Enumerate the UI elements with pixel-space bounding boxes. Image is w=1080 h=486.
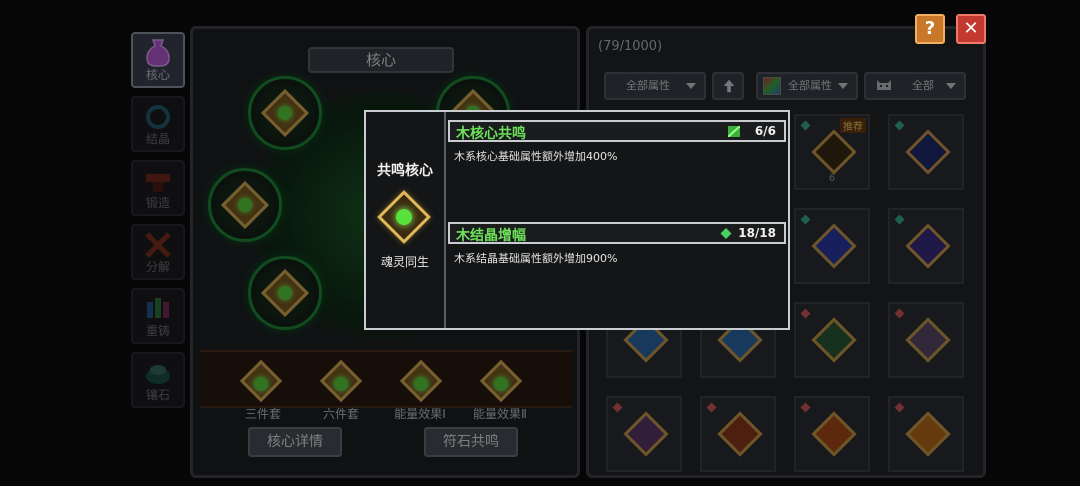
popup-title: 共鸣核心 [377, 163, 433, 179]
green-cube-icon [728, 126, 740, 137]
wood-core-icon [377, 190, 431, 244]
core-name: 魂灵同生 [380, 255, 429, 269]
bonus-description: 木系核心基础属性额外增加400% [454, 150, 618, 163]
help-button[interactable]: ? [915, 14, 945, 44]
bonus-count: 18/18 [738, 226, 776, 240]
popup-core-column: 共鸣核心 魂灵同生 [366, 112, 446, 328]
close-button[interactable]: ✕ [956, 14, 986, 44]
bonus-name: 木核心共鸣 [456, 126, 526, 142]
bonus-description: 木系结晶基础属性额外增加900% [454, 252, 618, 265]
bonus-header-crystal: 木结晶增幅 18/18 [448, 222, 786, 244]
green-diamond-icon [720, 228, 732, 239]
resonance-popup: 共鸣核心 魂灵同生 木核心共鸣 6/6 木系核心基础属性额外增加400% 木结晶… [364, 110, 790, 330]
bonus-header-core: 木核心共鸣 6/6 [448, 120, 786, 142]
bonus-count: 6/6 [754, 124, 776, 138]
bonus-name: 木结晶增幅 [456, 228, 526, 244]
